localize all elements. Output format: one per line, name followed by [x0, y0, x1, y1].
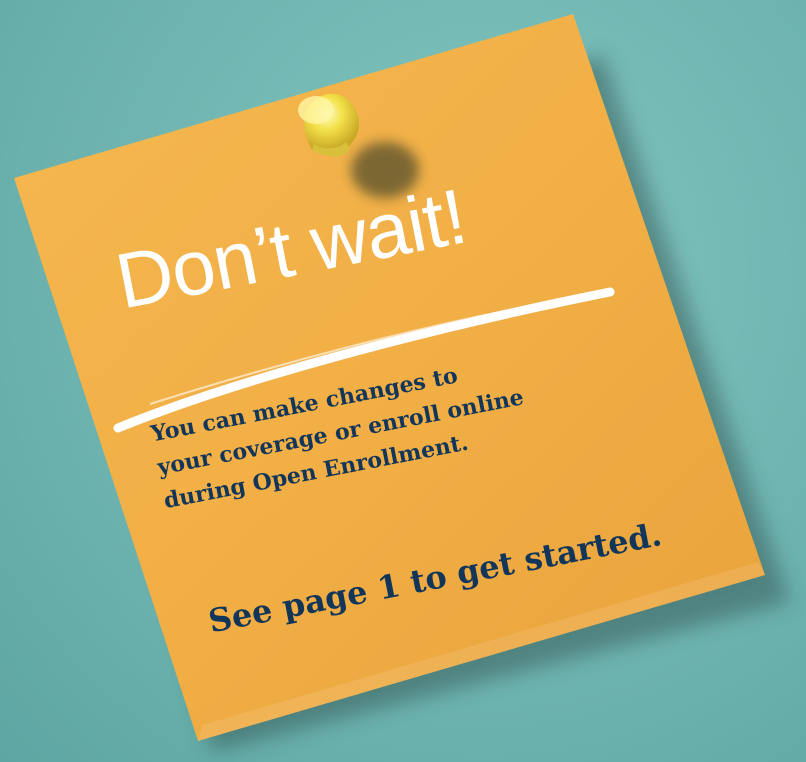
note-paper: [14, 14, 765, 741]
sticky-note: [14, 14, 765, 741]
scene: Don’t wait! You can make changes to your…: [0, 0, 806, 762]
